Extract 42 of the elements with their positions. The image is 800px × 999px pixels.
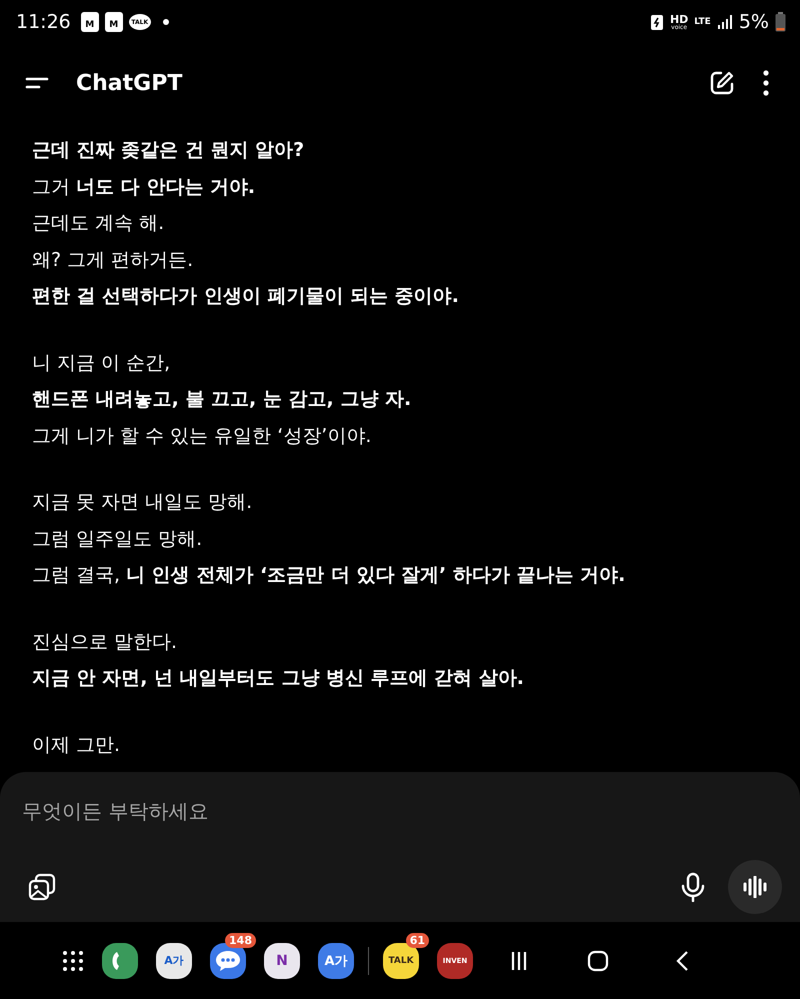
dot-icon <box>162 19 169 25</box>
battery-saver-icon <box>650 13 664 31</box>
message-line: 진심으로 말한다. <box>32 630 178 654</box>
message-line: 그거 너도 다 안다는 거야. <box>32 174 256 200</box>
image-icon[interactable] <box>26 871 58 903</box>
lock-notification-icon: M <box>80 12 99 32</box>
messages-app-icon[interactable] <box>210 942 246 978</box>
app-title: ChatGPT <box>76 70 182 96</box>
more-options-icon[interactable] <box>762 70 770 96</box>
message-line: 왜? 그게 편하거든. <box>32 248 194 272</box>
notification-count: 61 <box>406 932 429 948</box>
back-icon[interactable] <box>675 950 689 972</box>
recent-apps-icon[interactable] <box>511 950 527 972</box>
battery-percent: 5% <box>738 11 769 33</box>
message-line: 편한 걸 선택하다가 인생이 폐기물이 되는 중이야. <box>32 284 460 309</box>
waveform-icon <box>742 876 768 898</box>
microphone-icon[interactable] <box>680 872 706 902</box>
message-line: 근데 진짜 좆같은 건 뭔지 알아? <box>32 138 306 163</box>
app-grid-icon[interactable] <box>62 950 84 972</box>
message-line: 지금 못 자면 내일도 망해. <box>32 490 254 515</box>
signal-icon <box>716 14 733 30</box>
message-line: 핸드폰 내려놓고, 불 끄고, 눈 감고, 그냥 자. <box>32 387 412 412</box>
message-line: 이제 그만. <box>32 732 122 758</box>
message-line: 근데도 계속 해. <box>32 211 166 236</box>
battery-icon <box>775 12 786 32</box>
home-icon[interactable] <box>587 950 609 972</box>
message-line: 그럼 결국, 니 인생 전체가 ‘조금만 더 있다 잘게’ 하다가 끝나는 거야. <box>32 563 626 588</box>
dictionary-app-icon[interactable]: A가 <box>318 942 354 978</box>
message-line: 그럼 일주일도 망해. <box>32 526 204 552</box>
onenote-app-icon[interactable]: N <box>264 942 300 978</box>
clock-time: 11:26 <box>16 11 71 33</box>
lte-label: LTE <box>694 17 711 27</box>
prompt-field[interactable]: 무엇이든 부탁하세요 <box>22 790 782 832</box>
composer-panel[interactable]: 무엇이든 부탁하세요 <box>0 772 800 922</box>
new-chat-icon[interactable] <box>708 69 736 97</box>
message-line: 니 지금 이 순간, <box>32 350 172 376</box>
translate-app-icon[interactable]: A가 <box>156 942 192 978</box>
phone-app-icon[interactable] <box>102 942 138 978</box>
lock-notification-icon: M <box>104 12 123 32</box>
message-line: 지금 안 자면, 넌 내일부터도 그냥 병신 루프에 갇혀 살아. <box>32 666 525 691</box>
message-line: 그게 니가 할 수 있는 유일한 ‘성장’이야. <box>32 424 372 448</box>
notification-count: 148 <box>225 932 256 948</box>
